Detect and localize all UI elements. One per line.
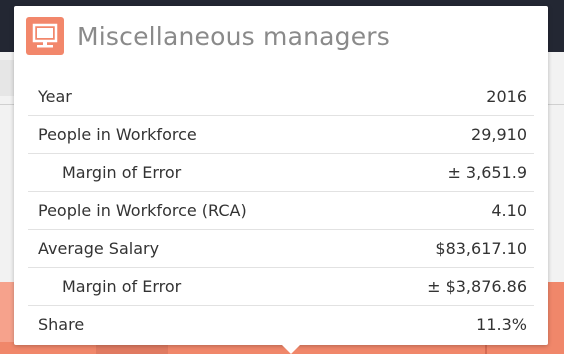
- stat-row-share: Share 11.3%: [28, 306, 534, 343]
- background-divider-left: [0, 104, 14, 105]
- stat-value: ± 3,651.9: [447, 163, 527, 182]
- stat-value: 2016: [486, 87, 527, 106]
- stat-row-workforce-margin-of-error: Margin of Error ± 3,651.9: [28, 154, 534, 192]
- tooltip-header: Miscellaneous managers: [14, 6, 548, 70]
- tooltip-stats-table: Year 2016 People in Workforce 29,910 Mar…: [28, 78, 534, 343]
- stat-value: 29,910: [471, 125, 527, 144]
- stat-label: People in Workforce: [38, 125, 197, 144]
- stat-label: People in Workforce (RCA): [38, 201, 247, 220]
- occupation-tooltip: Miscellaneous managers Year 2016 People …: [14, 6, 548, 354]
- stat-value: $83,617.10: [435, 239, 527, 258]
- tooltip-pointer: [282, 345, 300, 354]
- background-divider-right: [548, 104, 564, 105]
- stat-row-workforce-rca: People in Workforce (RCA) 4.10: [28, 192, 534, 230]
- stat-row-people-in-workforce: People in Workforce 29,910: [28, 116, 534, 154]
- background-left-strip: [0, 60, 14, 96]
- stat-label: Margin of Error: [62, 163, 182, 182]
- stat-row-average-salary: Average Salary $83,617.10: [28, 230, 534, 268]
- computer-monitor-icon: [26, 17, 64, 55]
- stat-row-year: Year 2016: [28, 78, 534, 116]
- stat-row-salary-margin-of-error: Margin of Error ± $3,876.86: [28, 268, 534, 306]
- stat-value: ± $3,876.86: [427, 277, 527, 296]
- stat-value: 4.10: [491, 201, 527, 220]
- background-bar-segment: [0, 282, 14, 342]
- stat-label: Year: [38, 87, 72, 106]
- tooltip-title: Miscellaneous managers: [77, 22, 391, 51]
- stat-label: Average Salary: [38, 239, 160, 258]
- stat-value: 11.3%: [476, 315, 527, 334]
- stat-label: Share: [38, 315, 85, 334]
- stat-label: Margin of Error: [62, 277, 182, 296]
